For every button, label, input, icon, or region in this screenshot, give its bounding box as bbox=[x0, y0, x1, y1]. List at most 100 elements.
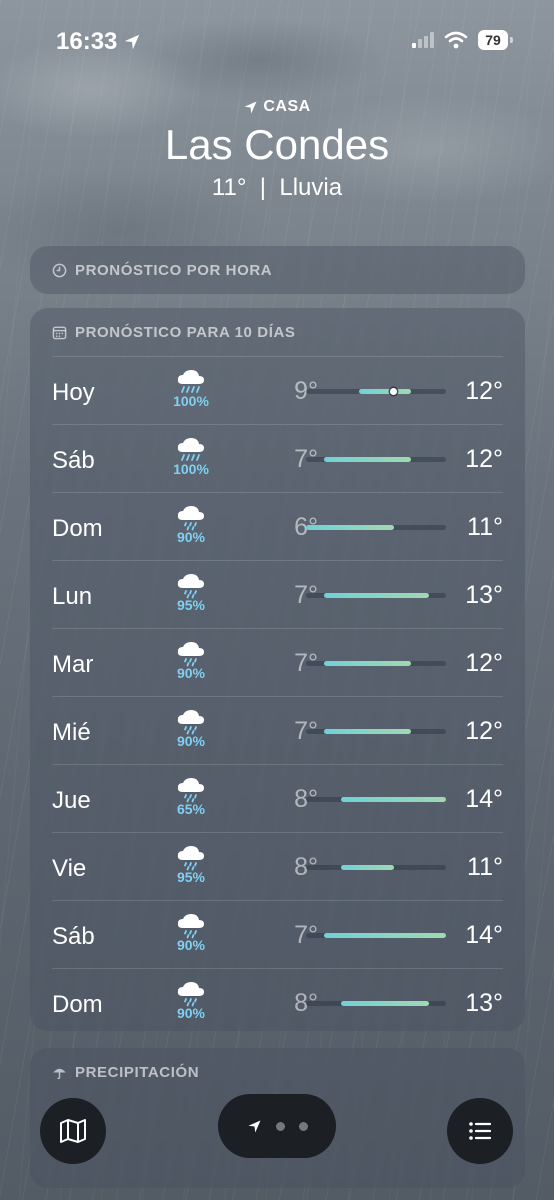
page-indicator[interactable] bbox=[218, 1094, 336, 1158]
wifi-icon bbox=[444, 31, 468, 49]
calendar-icon bbox=[52, 326, 67, 339]
drizzle-cloud-icon bbox=[177, 914, 204, 939]
ten-day-forecast-header: PRONÓSTICO PARA 10 DÍAS bbox=[30, 308, 525, 356]
hourly-forecast-header: PRONÓSTICO POR HORA bbox=[30, 246, 525, 294]
forecast-row[interactable]: Dom 90% 8° 13° bbox=[52, 968, 503, 1036]
forecast-day: Mié bbox=[52, 719, 91, 746]
temp-range-bar bbox=[306, 797, 446, 802]
high-temp: 11° bbox=[467, 853, 503, 881]
high-temp: 12° bbox=[465, 717, 503, 745]
drizzle-cloud-icon bbox=[177, 846, 204, 871]
forecast-day: Dom bbox=[52, 991, 103, 1018]
precip-chance: 95% bbox=[176, 869, 206, 885]
forecast-day: Sáb bbox=[52, 447, 95, 474]
map-button[interactable] bbox=[40, 1098, 106, 1164]
current-condition: Lluvia bbox=[279, 174, 343, 201]
precip-chance: 100% bbox=[173, 461, 209, 477]
temp-range-fill bbox=[323, 933, 446, 938]
temp-range-fill bbox=[341, 797, 446, 802]
forecast-row[interactable]: Mar 90% 7° 12° bbox=[52, 628, 503, 696]
location-arrow-icon bbox=[248, 1120, 260, 1132]
high-temp: 12° bbox=[465, 445, 503, 473]
forecast-row[interactable]: Sáb 90% 7° 14° bbox=[52, 900, 503, 968]
location-label: CASA bbox=[0, 98, 554, 116]
forecast-row[interactable]: Dom 90% 6° 11° bbox=[52, 492, 503, 560]
temp-range-fill bbox=[323, 729, 411, 734]
high-temp: 13° bbox=[465, 989, 503, 1017]
precip-chance: 95% bbox=[176, 597, 206, 613]
weather-icon-wrap: 95% bbox=[168, 571, 214, 613]
drizzle-cloud-icon bbox=[177, 642, 204, 667]
forecast-row[interactable]: Lun 95% 7° 13° bbox=[52, 560, 503, 628]
status-bar: 16:33 79 bbox=[0, 0, 554, 84]
bottom-toolbar bbox=[0, 1088, 554, 1200]
precip-chance: 90% bbox=[176, 665, 206, 681]
forecast-day: Mar bbox=[52, 651, 94, 678]
forecast-rows: Hoy 100% 9° 12° Sáb 100% 7° 12° Dom 90% 6° 11° Lu… bbox=[52, 356, 503, 1036]
hourly-forecast-title: PRONÓSTICO POR HORA bbox=[75, 261, 273, 279]
forecast-row[interactable]: Mié 90% 7° 12° bbox=[52, 696, 503, 764]
location-label-text: CASA bbox=[263, 98, 311, 115]
temp-range-fill bbox=[358, 389, 411, 394]
temp-range-fill bbox=[323, 593, 429, 598]
weather-icon-wrap: 90% bbox=[168, 911, 214, 953]
forecast-row[interactable]: Sáb 100% 7° 12° bbox=[52, 424, 503, 492]
temp-range-bar bbox=[306, 729, 446, 734]
forecast-day: Vie bbox=[52, 855, 87, 882]
city-name: Las Condes bbox=[164, 121, 390, 168]
temp-range-fill bbox=[323, 661, 411, 666]
weather-icon-wrap: 100% bbox=[168, 367, 214, 409]
ten-day-forecast-card[interactable]: PRONÓSTICO PARA 10 DÍAS Hoy 100% 9° 12° Sáb… bbox=[30, 308, 525, 1031]
temp-range-bar bbox=[306, 457, 446, 462]
precip-chance: 65% bbox=[176, 801, 206, 817]
temp-range-bar bbox=[306, 525, 446, 530]
temp-range-fill bbox=[323, 457, 411, 462]
location-arrow-icon bbox=[125, 34, 140, 50]
clock-icon bbox=[52, 263, 67, 277]
rain-cloud-icon bbox=[177, 370, 204, 393]
high-temp: 12° bbox=[465, 649, 503, 677]
temp-range-fill bbox=[306, 525, 394, 530]
current-temp-marker bbox=[390, 388, 397, 395]
weather-icon-wrap: 65% bbox=[168, 775, 214, 817]
forecast-day: Hoy bbox=[52, 379, 95, 406]
precip-chance: 90% bbox=[176, 733, 206, 749]
weather-icon-wrap: 90% bbox=[168, 639, 214, 681]
weather-icon-wrap: 90% bbox=[168, 979, 214, 1021]
temp-range-bar bbox=[306, 388, 446, 395]
drizzle-cloud-icon bbox=[177, 778, 204, 803]
location-arrow-icon bbox=[244, 101, 257, 113]
precip-chance: 90% bbox=[176, 937, 206, 953]
ten-day-forecast-title: PRONÓSTICO PARA 10 DÍAS bbox=[75, 323, 296, 341]
umbrella-icon bbox=[53, 1068, 66, 1079]
forecast-row[interactable]: Jue 65% 8° 14° bbox=[52, 764, 503, 832]
temp-range-bar bbox=[306, 933, 446, 938]
high-temp: 12° bbox=[465, 377, 503, 405]
forecast-day: Sáb bbox=[52, 923, 95, 950]
temp-range-bar bbox=[306, 865, 446, 870]
temp-range-fill bbox=[341, 865, 394, 870]
locations-list-button[interactable] bbox=[447, 1098, 513, 1164]
status-time: 16:33 bbox=[56, 28, 141, 56]
drizzle-cloud-icon bbox=[177, 710, 204, 735]
map-icon bbox=[60, 1119, 86, 1143]
weather-icon-wrap: 100% bbox=[168, 435, 214, 477]
high-temp: 14° bbox=[465, 921, 503, 949]
precip-chance: 100% bbox=[173, 393, 209, 409]
hourly-forecast-card[interactable]: PRONÓSTICO POR HORA bbox=[30, 246, 525, 294]
signal-icon bbox=[412, 32, 434, 48]
forecast-row[interactable]: Vie 95% 8° 11° bbox=[52, 832, 503, 900]
conditions-separator: | bbox=[259, 174, 267, 201]
precip-chance: 90% bbox=[176, 529, 206, 545]
page-dot bbox=[298, 1121, 308, 1131]
forecast-row[interactable]: Hoy 100% 9° 12° bbox=[52, 356, 503, 424]
temp-range-bar bbox=[306, 593, 446, 598]
page-dot bbox=[275, 1121, 285, 1131]
temp-range-bar bbox=[306, 1001, 446, 1006]
current-temp: 11° bbox=[211, 174, 247, 201]
precipitation-title: PRECIPITACIÓN bbox=[75, 1063, 200, 1081]
forecast-day: Dom bbox=[52, 515, 103, 542]
drizzle-cloud-icon bbox=[177, 506, 204, 531]
location-header: CASA Las Condes 11° | Lluvia bbox=[0, 98, 554, 202]
weather-icon-wrap: 90% bbox=[168, 503, 214, 545]
